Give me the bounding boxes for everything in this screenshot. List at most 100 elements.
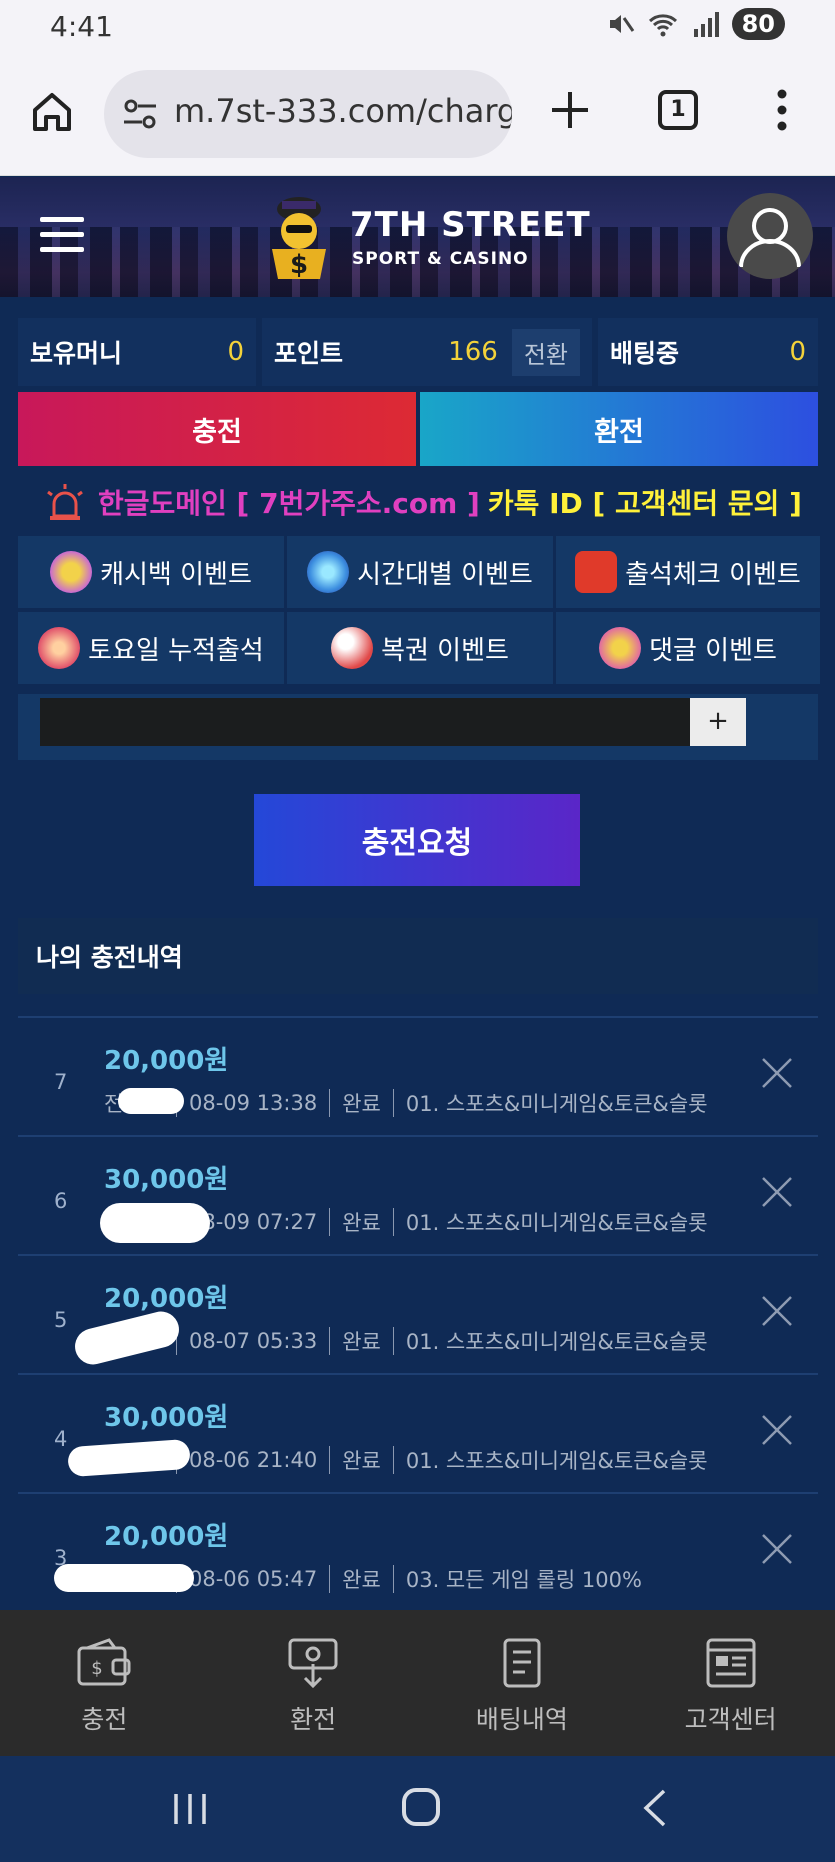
exchange-button[interactable]: 환전	[420, 392, 818, 466]
domain-notice-text: 한글도메인 [ 7번가주소.com ]	[98, 487, 480, 520]
list-item: 5 20,000원 08-07 05:33 완료 01. 스포츠&미니게임&토큰…	[18, 1254, 818, 1373]
wallet-icon: $	[77, 1638, 131, 1686]
item-type: 01. 스포츠&미니게임&토큰&슬롯	[405, 1211, 708, 1235]
wallet-summary: 보유머니 0 포인트 166 전환 배팅중 0	[18, 318, 818, 386]
system-home-icon[interactable]	[402, 1788, 440, 1826]
close-icon[interactable]	[760, 1294, 794, 1328]
event-timeslot[interactable]: 시간대별 이벤트	[287, 536, 553, 608]
nav-betting-history[interactable]: 배팅내역	[418, 1610, 627, 1756]
item-status: 완료	[342, 1092, 381, 1116]
event-grid: 캐시백 이벤트 시간대별 이벤트 출석체크 이벤트 토요일 누적출석 복권 이벤…	[18, 536, 820, 684]
betting-label: 배팅중	[610, 339, 680, 368]
item-type: 01. 스포츠&미니게임&토큰&슬롯	[405, 1330, 708, 1354]
add-amount-button[interactable]: +	[690, 698, 746, 746]
item-number: 4	[54, 1427, 68, 1451]
nav-label: 충전	[81, 1705, 128, 1734]
convert-button[interactable]: 전환	[511, 328, 580, 376]
item-datetime: 08-07 05:33	[189, 1329, 318, 1353]
mute-icon	[609, 15, 634, 33]
item-number: 6	[54, 1189, 68, 1213]
event-label: 복권 이벤트	[381, 635, 509, 666]
user-avatar[interactable]	[727, 193, 813, 279]
redaction-mark	[100, 1203, 210, 1243]
address-bar[interactable]: m.7st-333.com/charg	[104, 70, 512, 158]
item-datetime: 08-06 05:47	[189, 1567, 318, 1591]
event-label: 시간대별 이벤트	[357, 559, 533, 590]
logo-title: 7TH STREET	[350, 205, 591, 245]
event-label: 출석체크 이벤트	[625, 559, 801, 590]
back-icon[interactable]	[640, 1788, 670, 1828]
saturday-event-icon	[38, 627, 81, 669]
signal-icon	[693, 12, 719, 37]
betting-value: 0	[789, 337, 806, 367]
wifi-icon	[648, 14, 677, 37]
point-label: 포인트	[274, 339, 344, 368]
item-datetime: 08-09 13:38	[189, 1091, 318, 1115]
event-attendance[interactable]: 출석체크 이벤트	[556, 536, 820, 608]
point-value: 166	[448, 337, 498, 367]
site-header: $ 7TH STREET SPORT & CASINO	[0, 177, 835, 297]
document-icon	[503, 1638, 541, 1688]
close-icon[interactable]	[760, 1413, 794, 1447]
nav-label: 환전	[290, 1705, 337, 1734]
list-item: 3 20,000원 08-06 05:47 완료 03. 모든 게임 롤링 10…	[18, 1492, 818, 1611]
domain-notice: 한글도메인 [ 7번가주소.com ] 카톡 ID [ 고객센터 문의 ]	[44, 482, 802, 522]
exchange-icon	[288, 1638, 338, 1689]
comment-event-icon	[599, 627, 642, 669]
money-balance: 보유머니 0	[18, 318, 256, 386]
item-meta: 전체 08-09 13:38 완료 01. 스포츠&미니게임&토큰&슬롯	[104, 1088, 708, 1118]
recent-apps-icon[interactable]	[170, 1792, 210, 1826]
nav-exchange[interactable]: 환전	[209, 1610, 418, 1756]
timeslot-event-icon	[307, 551, 350, 593]
redaction-mark	[71, 1307, 183, 1369]
close-icon[interactable]	[760, 1532, 794, 1566]
charge-history-title: 나의 충전내역	[18, 918, 818, 994]
more-menu-icon[interactable]	[772, 88, 792, 132]
item-type: 01. 스포츠&미니게임&토큰&슬롯	[405, 1092, 708, 1116]
event-label: 댓글 이벤트	[649, 635, 777, 666]
list-item: 7 20,000원 전체 08-09 13:38 완료 01. 스포츠&미니게임…	[18, 1016, 818, 1135]
status-bar: 4:41 80	[0, 0, 835, 52]
siren-icon	[47, 484, 83, 520]
home-icon[interactable]	[30, 90, 74, 134]
money-label: 보유머니	[30, 339, 123, 368]
event-cashback[interactable]: 캐시백 이벤트	[18, 536, 284, 608]
lottery-ball-icon	[331, 627, 374, 669]
event-label: 토요일 누적출석	[88, 635, 264, 666]
new-tab-icon[interactable]	[548, 88, 592, 132]
item-amount: 30,000원	[104, 1403, 229, 1433]
list-item: 4 30,000원 08-06 21:40 완료 01. 스포츠&미니게임&토큰…	[18, 1373, 818, 1492]
cashback-event-icon	[50, 551, 93, 593]
logo-subtitle: SPORT & CASINO	[352, 249, 529, 269]
event-label: 캐시백 이벤트	[100, 559, 252, 590]
hamburger-menu-icon[interactable]	[40, 217, 84, 253]
redaction-mark	[54, 1564, 194, 1592]
close-icon[interactable]	[760, 1175, 794, 1209]
redaction-mark	[118, 1088, 184, 1114]
nav-label: 고객센터	[684, 1705, 777, 1734]
close-icon[interactable]	[760, 1056, 794, 1090]
charge-request-button[interactable]: 충전요청	[254, 794, 580, 886]
nav-customer-center[interactable]: 고객센터	[626, 1610, 835, 1756]
item-status: 완료	[342, 1568, 381, 1592]
event-comment[interactable]: 댓글 이벤트	[556, 612, 820, 684]
nav-label: 배팅내역	[475, 1705, 568, 1734]
nav-charge[interactable]: $ 충전	[0, 1610, 209, 1756]
kakao-notice-text: 카톡 ID [ 고객센터 문의 ]	[487, 487, 802, 520]
item-datetime: 08-06 21:40	[189, 1448, 318, 1472]
status-icons: 80	[606, 8, 785, 40]
item-meta: 08-06 21:40 완료 01. 스포츠&미니게임&토큰&슬롯	[104, 1445, 708, 1475]
event-lottery[interactable]: 복권 이벤트	[287, 612, 553, 684]
item-type: 01. 스포츠&미니게임&토큰&슬롯	[405, 1449, 708, 1473]
bottom-navigation: $ 충전 환전 배팅내역 고객센터	[0, 1610, 835, 1756]
site-settings-icon[interactable]	[122, 96, 158, 132]
tab-switcher-button[interactable]: 1	[658, 90, 698, 130]
charge-button[interactable]: 충전	[18, 392, 416, 466]
system-navigation-bar	[0, 1756, 835, 1862]
item-amount: 20,000원	[104, 1522, 229, 1552]
charge-exchange-tabs: 충전 환전	[18, 392, 818, 466]
user-icon	[739, 208, 801, 268]
item-amount: 30,000원	[104, 1165, 229, 1195]
event-saturday[interactable]: 토요일 누적출석	[18, 612, 284, 684]
amount-input[interactable]	[40, 698, 710, 746]
